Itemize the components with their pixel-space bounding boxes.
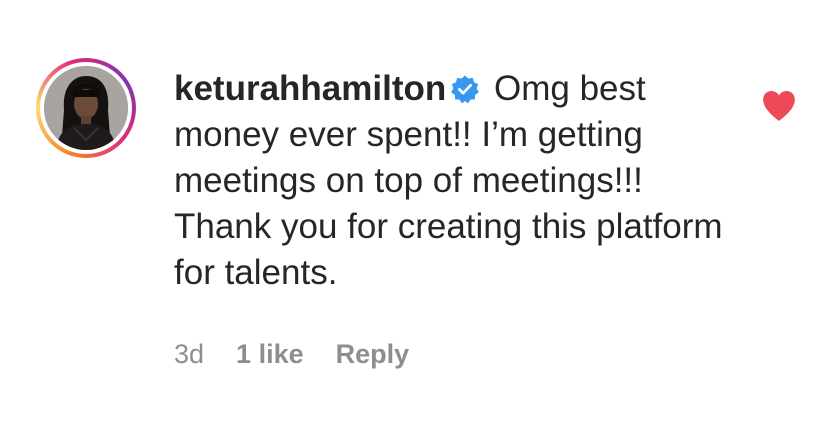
comment-text-block: keturahhamilton Omg best money ever spen… <box>174 66 734 296</box>
comment-meta: 3d 1 like Reply <box>174 336 409 372</box>
avatar-story-ring[interactable] <box>36 58 136 158</box>
comment-timestamp[interactable]: 3d <box>174 336 204 372</box>
heart-icon[interactable] <box>761 89 797 123</box>
comment-username[interactable]: keturahhamilton <box>174 69 446 108</box>
avatar[interactable] <box>44 66 128 150</box>
avatar-ring-gap <box>40 62 132 154</box>
comment-like-count[interactable]: 1 like <box>236 336 304 372</box>
reply-button[interactable]: Reply <box>336 336 410 372</box>
comment-item: keturahhamilton Omg best money ever spen… <box>0 0 828 423</box>
verified-badge-icon <box>451 75 480 104</box>
avatar-photo-icon <box>44 66 128 150</box>
